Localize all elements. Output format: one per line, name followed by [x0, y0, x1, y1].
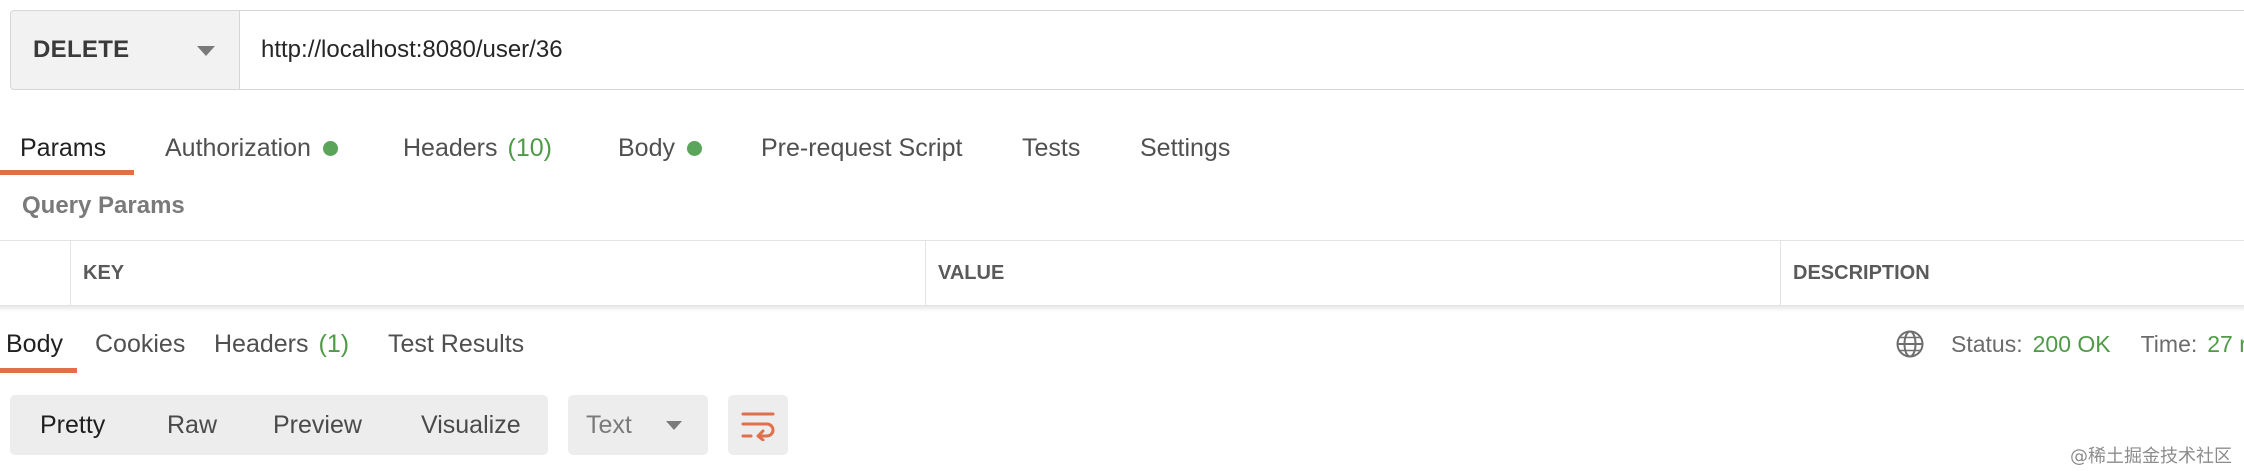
tab-label: Cookies — [95, 329, 186, 358]
tab-label: Body — [6, 329, 63, 358]
tab-label: Test Results — [388, 329, 525, 358]
response-status: Status: 200 OK Time: 27 r — [1895, 314, 2244, 374]
status-label: Status: — [1951, 330, 2023, 357]
tab-label: Settings — [1140, 133, 1231, 162]
tab-label: Body — [618, 133, 675, 162]
wrap-lines-button[interactable] — [728, 395, 788, 455]
postman-request-panel: DELETE http://localhost:8080/user/36 Par… — [0, 0, 2244, 474]
query-params-table: KEY VALUE DESCRIPTION — [0, 240, 2244, 306]
tab-headers[interactable]: Headers (10) — [403, 118, 552, 178]
wrap-lines-icon — [741, 412, 775, 441]
pane-divider[interactable] — [0, 306, 2244, 312]
tab-cookies[interactable]: Cookies — [95, 314, 185, 374]
time-label: Time: — [2140, 330, 2198, 357]
url-input[interactable]: http://localhost:8080/user/36 — [239, 10, 2244, 90]
active-tab-indicator — [0, 170, 134, 175]
tab-test-results[interactable]: Test Results — [388, 314, 524, 374]
column-header-value: VALUE — [925, 241, 1781, 305]
view-mode-selector: Pretty Raw Preview Visualize — [10, 395, 548, 455]
tab-label: Headers — [214, 329, 309, 358]
time-value: 27 r — [2207, 330, 2244, 357]
chevron-down-icon — [197, 46, 215, 56]
query-params-title: Query Params — [22, 192, 185, 219]
active-tab-indicator — [0, 368, 77, 373]
tab-body[interactable]: Body — [618, 118, 702, 178]
tab-response-body[interactable]: Body — [6, 314, 63, 374]
tab-response-headers[interactable]: Headers (1) — [214, 314, 349, 374]
view-mode-pretty[interactable]: Pretty — [40, 395, 105, 455]
status-dot-icon — [322, 140, 338, 156]
tab-authorization[interactable]: Authorization — [165, 118, 338, 178]
tab-label: Headers — [403, 133, 498, 162]
tab-label: Tests — [1022, 133, 1081, 162]
view-mode-preview[interactable]: Preview — [273, 395, 362, 455]
tab-settings[interactable]: Settings — [1140, 118, 1230, 178]
tab-tests[interactable]: Tests — [1022, 118, 1080, 178]
status-value: 200 OK — [2032, 330, 2111, 357]
column-header-key: KEY — [70, 241, 926, 305]
request-tabs: Params Authorization Headers (10) Body P… — [0, 118, 2244, 178]
tab-label: Params — [20, 133, 107, 162]
method-label: DELETE — [33, 36, 130, 63]
tab-params[interactable]: Params — [20, 118, 106, 178]
format-label: Text — [586, 410, 632, 439]
tab-pre-request-script[interactable]: Pre-request Script — [761, 118, 962, 178]
tab-count: (10) — [507, 133, 552, 162]
watermark: @稀土掘金技术社区 — [2070, 446, 2232, 467]
tab-label: Pre-request Script — [761, 133, 963, 162]
view-mode-visualize[interactable]: Visualize — [421, 395, 521, 455]
tab-count: (1) — [318, 329, 350, 358]
view-mode-raw[interactable]: Raw — [167, 395, 217, 455]
tab-label: Authorization — [165, 133, 311, 162]
format-select[interactable]: Text — [568, 395, 708, 455]
column-header-description: DESCRIPTION — [1780, 241, 2244, 305]
url-text: http://localhost:8080/user/36 — [261, 36, 563, 63]
method-select[interactable]: DELETE — [10, 10, 240, 90]
status-dot-icon — [686, 140, 702, 156]
globe-icon[interactable] — [1895, 329, 1925, 359]
chevron-down-icon — [666, 421, 682, 430]
